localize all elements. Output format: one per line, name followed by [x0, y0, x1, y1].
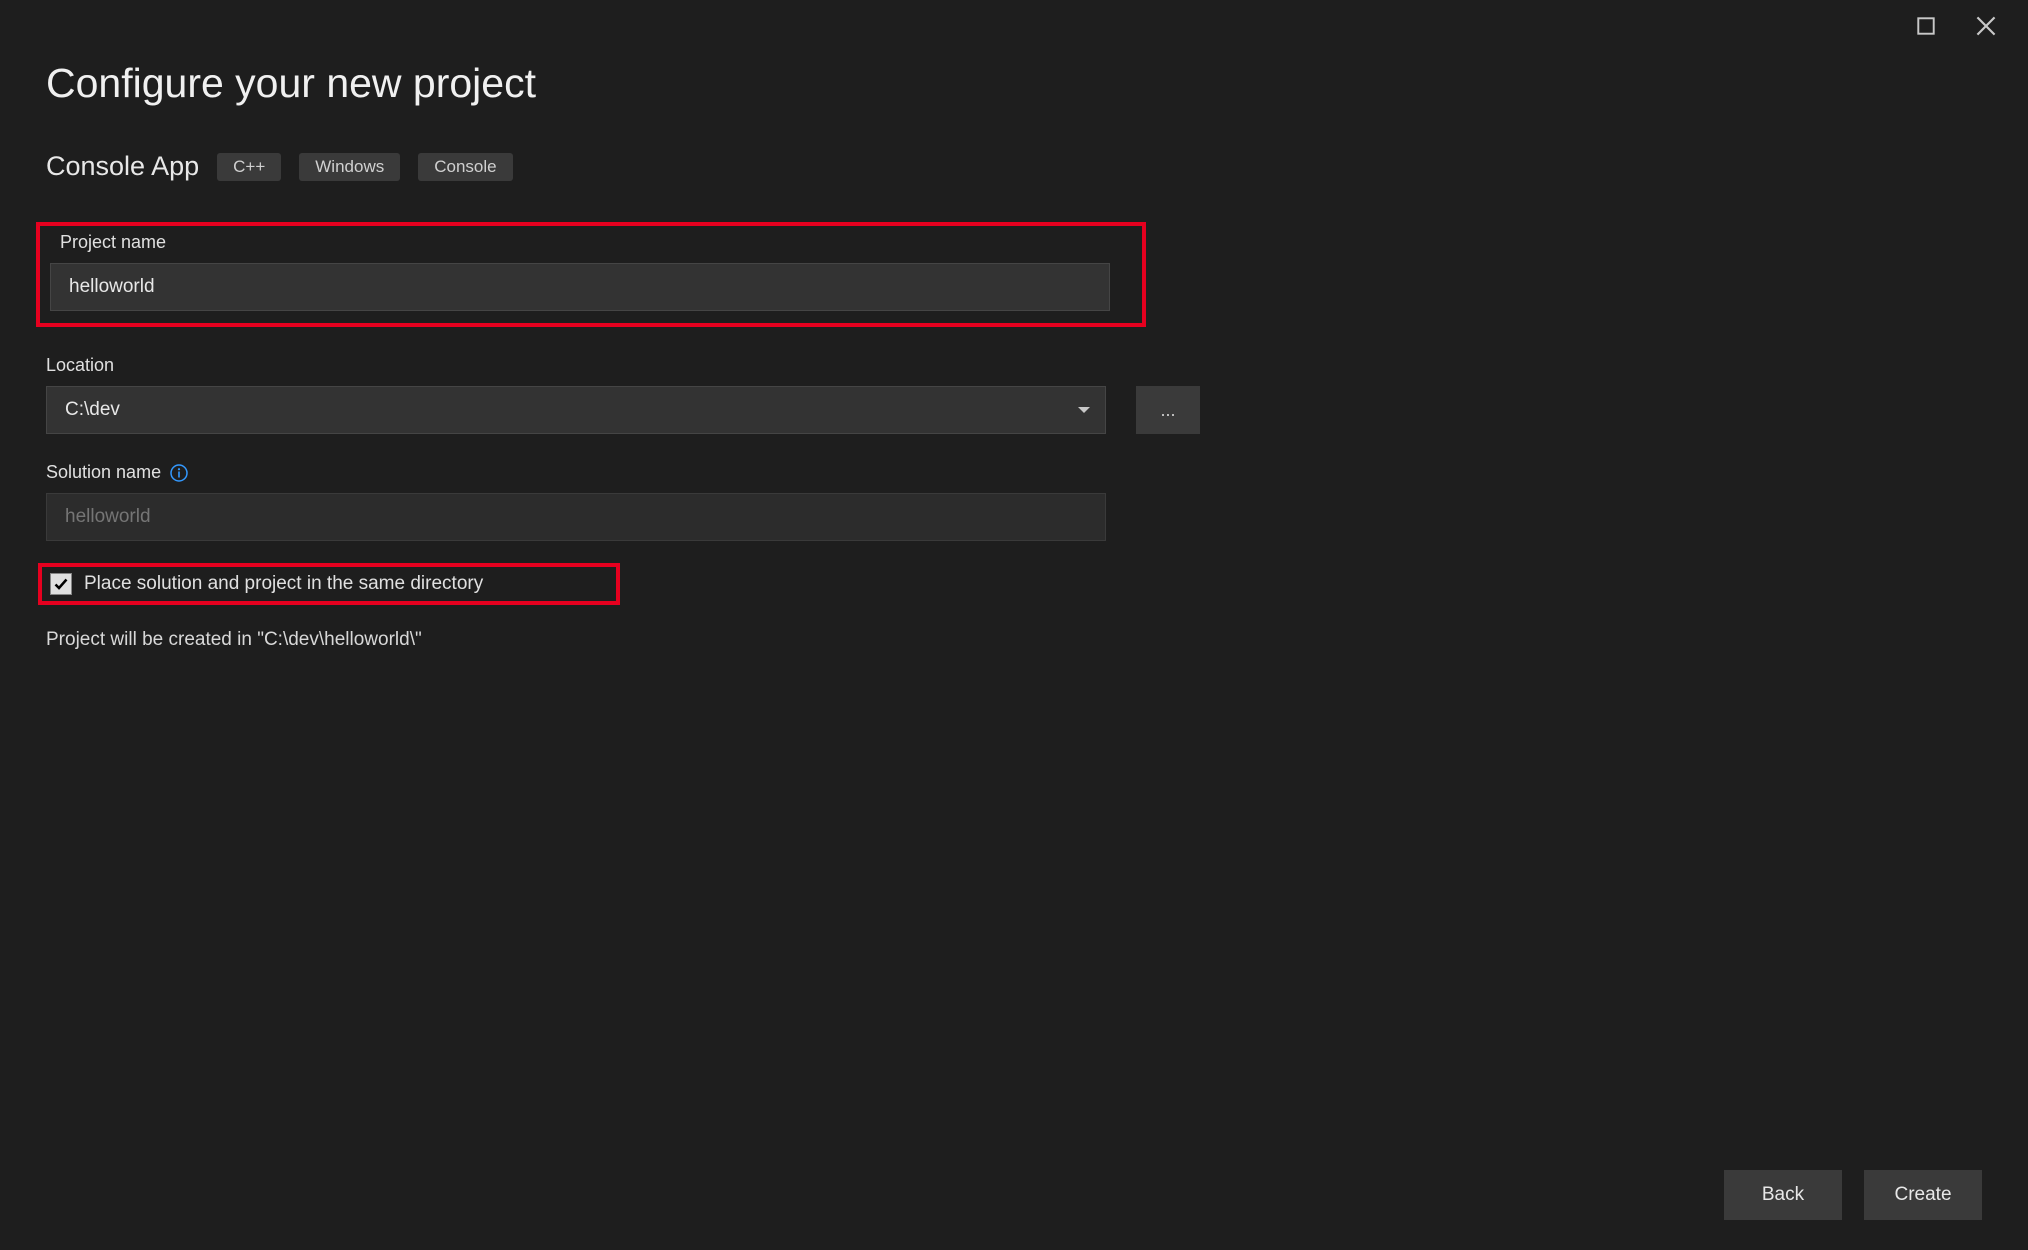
solution-name-input	[46, 493, 1106, 541]
template-tag: Windows	[299, 153, 400, 181]
project-name-label: Project name	[60, 232, 1132, 253]
close-button[interactable]	[1956, 8, 2016, 44]
checkmark-icon	[53, 576, 69, 592]
same-dir-checkbox[interactable]	[50, 573, 72, 595]
project-name-highlight: Project name	[36, 222, 1146, 327]
location-select[interactable]: C:\dev	[46, 386, 1106, 434]
same-dir-checkbox-row[interactable]: Place solution and project in the same d…	[50, 573, 608, 595]
create-button[interactable]: Create	[1864, 1170, 1982, 1220]
creation-path-note: Project will be created in "C:\dev\hello…	[46, 629, 1982, 651]
same-dir-highlight: Place solution and project in the same d…	[38, 563, 620, 605]
location-label: Location	[46, 355, 1982, 376]
solution-name-label: Solution name	[46, 462, 1982, 483]
maximize-icon	[1917, 17, 1935, 35]
location-value: C:\dev	[65, 399, 120, 421]
project-name-input[interactable]	[50, 263, 1110, 311]
info-icon[interactable]	[169, 463, 189, 483]
page-title: Configure your new project	[46, 60, 1982, 107]
maximize-button[interactable]	[1896, 8, 1956, 44]
template-name: Console App	[46, 151, 199, 182]
template-tag: C++	[217, 153, 281, 181]
browse-button[interactable]: ...	[1136, 386, 1200, 434]
template-row: Console App C++ Windows Console	[46, 151, 1982, 182]
solution-name-label-text: Solution name	[46, 462, 161, 483]
back-button[interactable]: Back	[1724, 1170, 1842, 1220]
template-tag: Console	[418, 153, 512, 181]
close-icon	[1976, 16, 1996, 36]
chevron-down-icon	[1078, 407, 1090, 413]
same-dir-checkbox-label: Place solution and project in the same d…	[84, 573, 483, 595]
